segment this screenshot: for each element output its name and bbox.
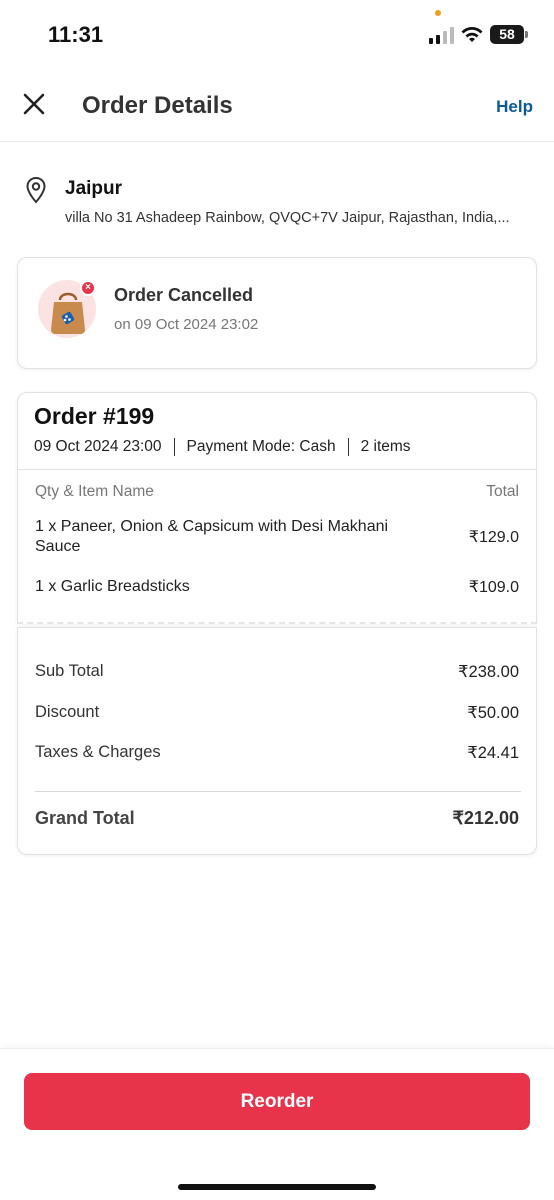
order-status-title: Order Cancelled: [114, 285, 254, 305]
home-indicator[interactable]: [178, 1184, 376, 1190]
bottom-action-bar: Reorder: [0, 1048, 554, 1200]
taxes-label: Taxes & Charges: [35, 743, 161, 761]
discount-value: ₹50.00: [467, 704, 519, 722]
location-pin-icon: [26, 176, 46, 204]
order-datetime: 09 Oct 2024 23:00: [34, 438, 162, 455]
order-number: Order #199: [34, 403, 155, 429]
item-count: 2 items: [360, 438, 411, 455]
meta-separator: [347, 438, 349, 456]
address-city: Jaipur: [65, 178, 123, 199]
grand-total-label: Grand Total: [35, 808, 135, 828]
battery-indicator: 58: [490, 25, 524, 44]
order-status-card: × Order Cancelled on 09 Oct 2024 23:02: [17, 257, 537, 369]
header: Order Details Help: [0, 70, 554, 142]
order-items-card: Order #199 09 Oct 2024 23:00 Payment Mod…: [17, 392, 537, 624]
order-item-price: ₹109.0: [468, 579, 519, 596]
order-divider: [18, 469, 536, 470]
wifi-icon: [461, 27, 483, 42]
status-bar: 11:31 58: [0, 0, 554, 70]
subtotal-value: ₹238.00: [458, 663, 519, 681]
cellular-signal-icon: [429, 27, 454, 44]
subtotal-label: Sub Total: [35, 662, 104, 680]
order-bag-illustration: ×: [38, 280, 98, 340]
totals-divider: [35, 791, 521, 792]
page-title: Order Details: [82, 92, 233, 119]
order-item-name: 1 x Paneer, Onion & Capsicum with Desi M…: [35, 518, 389, 555]
cancel-badge-icon: ×: [80, 280, 96, 296]
column-header-total: Total: [486, 483, 519, 500]
order-item-price: ₹129.0: [468, 529, 519, 546]
order-meta: 09 Oct 2024 23:00 Payment Mode: Cash 2 i…: [34, 438, 411, 456]
payment-mode: Payment Mode: Cash: [186, 438, 336, 455]
taxes-value: ₹24.41: [467, 744, 519, 762]
order-status-date: on 09 Oct 2024 23:02: [114, 316, 259, 333]
column-header-item: Qty & Item Name: [35, 483, 154, 500]
order-item-name: 1 x Garlic Breadsticks: [35, 578, 190, 595]
status-time: 11:31: [48, 22, 104, 47]
reorder-button[interactable]: Reorder: [24, 1073, 530, 1130]
discount-label: Discount: [35, 703, 100, 721]
grand-total-value: ₹212.00: [452, 808, 519, 828]
delivery-address: Jaipur villa No 31 Ashadeep Rainbow, QVQ…: [0, 170, 554, 234]
privacy-indicator-dot: [435, 10, 441, 16]
bill-summary-card: Sub Total ₹238.00 Discount ₹50.00 Taxes …: [17, 627, 537, 855]
address-street: villa No 31 Ashadeep Rainbow, QVQC+7V Ja…: [65, 210, 510, 226]
meta-separator: [173, 438, 175, 456]
battery-nub: [525, 31, 528, 38]
help-link[interactable]: Help: [496, 97, 533, 117]
close-icon[interactable]: [20, 90, 48, 118]
